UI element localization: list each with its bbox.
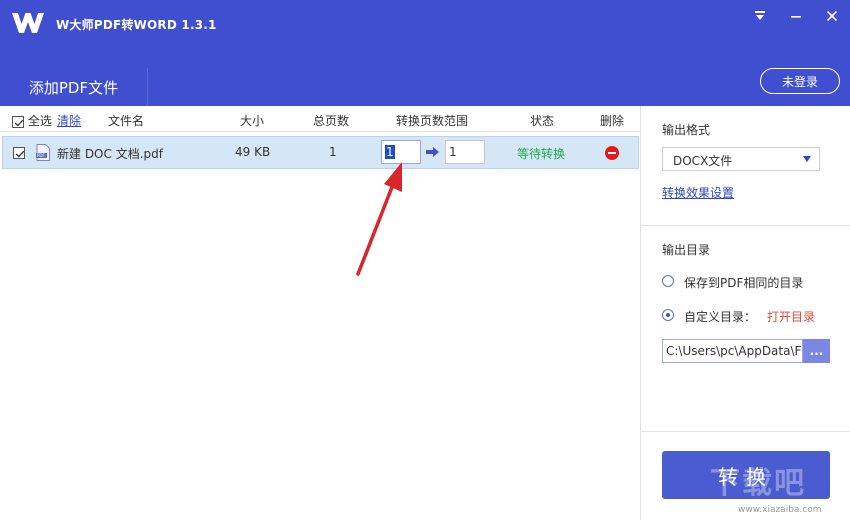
browse-button[interactable]: ...: [803, 339, 830, 363]
chevron-down-icon: [803, 156, 811, 162]
title-bar: W大师PDF转WORD 1.3.1 添加PDF文件 未登录: [0, 0, 850, 106]
delete-icon[interactable]: [605, 146, 619, 160]
select-all-checkbox[interactable]: [12, 115, 24, 128]
divider: [641, 225, 850, 226]
col-range: 转换页数范围: [396, 114, 469, 128]
open-dir-link[interactable]: 打开目录: [767, 308, 815, 325]
row-pages: 1: [329, 145, 337, 159]
pdf-file-icon: PDF: [36, 144, 50, 161]
format-value: DOCX文件: [673, 154, 733, 168]
option-same-dir-label: 保存到PDF相同的目录: [684, 276, 804, 290]
output-format-label: 输出格式: [662, 123, 711, 137]
row-size: 49 KB: [235, 145, 271, 159]
app-logo-icon: [12, 13, 44, 33]
col-pages: 总页数: [313, 114, 350, 128]
row-checkbox[interactable]: [13, 147, 25, 159]
svg-text:PDF: PDF: [37, 153, 45, 158]
option-custom-dir-label: 自定义目录：: [684, 310, 757, 324]
radio-custom-dir[interactable]: [662, 309, 674, 321]
minimize-icon[interactable]: [784, 6, 808, 26]
col-delete: 删除: [600, 114, 625, 128]
login-button[interactable]: 未登录: [760, 68, 840, 94]
select-all-label: 全选: [27, 114, 52, 128]
table-row[interactable]: PDF 新建 DOC 文档.pdf 49 KB 1 1 1 等待转换: [2, 136, 639, 169]
format-dropdown[interactable]: DOCX文件: [662, 147, 820, 171]
col-filename: 文件名: [108, 114, 145, 128]
table-header: 全选 清除 文件名 大小 总页数 转换页数范围 状态 删除: [0, 106, 641, 132]
file-list-panel: 全选 清除 文件名 大小 总页数 转换页数范围 状态 删除 PDF 新建 DOC…: [0, 106, 641, 520]
menu-dropdown-icon[interactable]: [748, 6, 772, 26]
close-icon[interactable]: [820, 6, 844, 26]
select-all-group: 全选: [12, 112, 52, 129]
watermark-url: www.xiazaiba.com: [738, 505, 822, 515]
radio-same-dir[interactable]: [662, 275, 674, 287]
col-size: 大小: [240, 114, 265, 128]
row-status: 等待转换: [517, 147, 566, 161]
effect-settings-link[interactable]: 转换效果设置: [662, 184, 734, 201]
app-title: W大师PDF转WORD 1.3.1: [56, 18, 217, 32]
row-filename: 新建 DOC 文档.pdf: [57, 147, 163, 161]
range-end-input[interactable]: 1: [445, 140, 485, 164]
output-path-input[interactable]: C:\Users\pc\AppData\F: [662, 339, 803, 363]
output-dir-label: 输出目录: [662, 243, 711, 257]
add-pdf-button[interactable]: 添加PDF文件: [0, 68, 148, 106]
arrow-right-icon: [426, 147, 439, 157]
col-status: 状态: [530, 114, 555, 128]
divider: [641, 431, 850, 432]
annotation-arrow: [356, 162, 402, 276]
watermark-text: 下载吧: [710, 466, 806, 501]
clear-link[interactable]: 清除: [57, 112, 81, 129]
